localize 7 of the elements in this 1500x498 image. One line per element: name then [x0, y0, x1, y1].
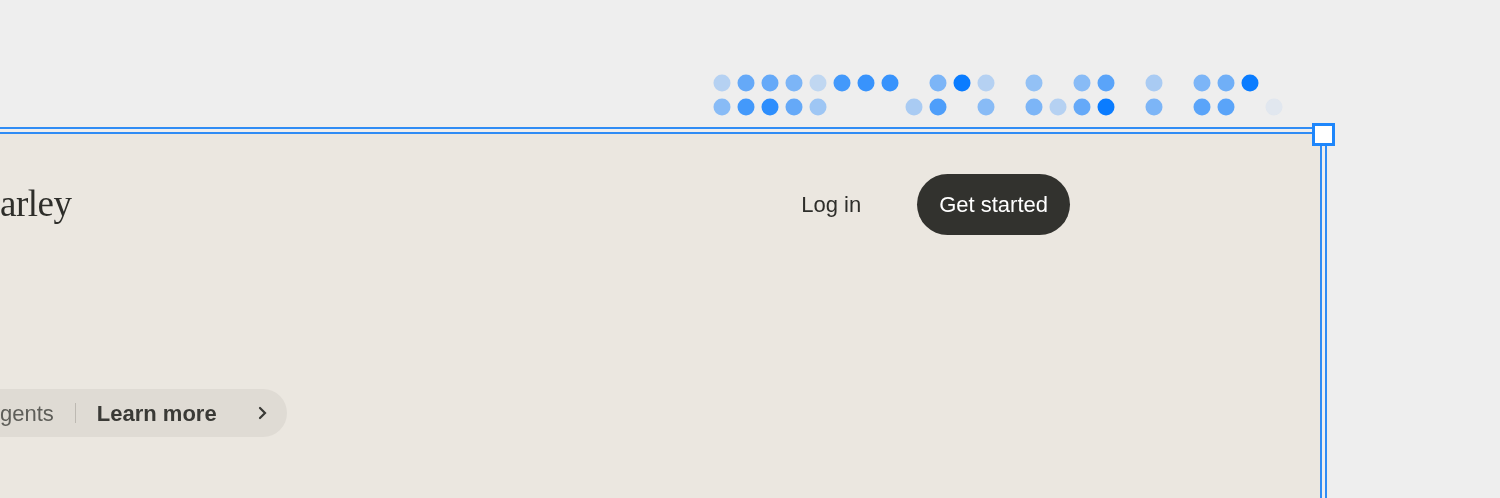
get-started-button[interactable]: Get started — [917, 173, 1070, 235]
chevron-right-icon — [258, 406, 267, 420]
brand-logo: arley — [0, 182, 72, 227]
learn-more-link[interactable]: Learn more — [96, 396, 217, 430]
resize-handle[interactable] — [1312, 123, 1335, 146]
announcement-text: gents — [0, 399, 54, 428]
login-link[interactable]: Log in — [801, 187, 862, 221]
